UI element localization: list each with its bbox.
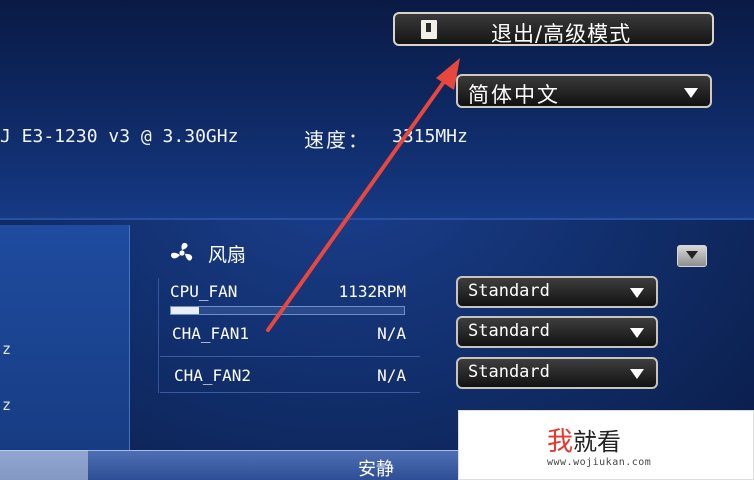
chevron-down-icon (686, 251, 698, 259)
fan-mode-select-cha1[interactable]: Standard (456, 316, 658, 348)
section-divider (0, 218, 754, 220)
caret-down-icon (630, 369, 644, 379)
cpu-speed-value: 3315MHz (392, 126, 468, 147)
fan-row-divider (160, 392, 420, 393)
fan-icon (171, 242, 193, 261)
fan-name-cha2: CHA_FAN2 (174, 366, 252, 385)
fan-speed-cpu: 1132RPM (338, 282, 406, 301)
cpu-fan-speed-fill (171, 307, 199, 314)
fan-profile-quiet-label[interactable]: 安静 (358, 455, 394, 480)
fan-mode-value-cpu: Standard (468, 281, 550, 301)
left-panel (0, 225, 130, 450)
watermark-logo: 我就看 www.wojiukan.com (458, 410, 754, 480)
exit-advanced-mode-button[interactable]: 退出/高级模式 (393, 12, 714, 46)
fan-row-divider (160, 356, 420, 357)
caret-down-icon (630, 328, 644, 338)
language-select[interactable]: 简体中文 (456, 74, 712, 108)
watermark-brand-accent: 我 (547, 427, 574, 457)
fan-mode-select-cpu[interactable]: Standard (456, 276, 658, 308)
caret-down-icon (684, 88, 698, 98)
fan-profile-bar-left (0, 450, 88, 480)
exit-advanced-mode-label: 退出/高级模式 (491, 22, 632, 46)
fan-section-collapse-button[interactable] (677, 245, 707, 267)
language-selected-value: 简体中文 (468, 83, 560, 107)
exit-door-icon (421, 20, 437, 39)
left-panel-text-1: z (2, 340, 12, 358)
watermark-brand: 我就看 (547, 421, 621, 458)
cpu-fan-speed-bar (170, 306, 405, 315)
fan-speed-cha2: N/A (377, 366, 406, 385)
fan-name-cpu: CPU_FAN (170, 282, 238, 301)
left-panel-text-2: z (2, 396, 12, 414)
fan-mode-value-cha1: Standard (468, 321, 550, 341)
watermark-url: www.wojiukan.com (547, 457, 652, 468)
cpu-speed-label: 速度： (304, 128, 370, 152)
caret-down-icon (630, 288, 644, 298)
watermark-brand-rest: 就看 (573, 428, 622, 456)
fan-panel-border (158, 278, 159, 393)
fan-mode-value-cha2: Standard (468, 362, 550, 382)
fan-name-cha1: CHA_FAN1 (172, 324, 250, 343)
fan-speed-cha1: N/A (377, 324, 406, 343)
fan-mode-select-cha2[interactable]: Standard (456, 357, 658, 389)
fan-section-title: 风扇 (208, 244, 247, 266)
cpu-model-text: J E3-1230 v3 @ 3.30GHz (0, 126, 239, 147)
